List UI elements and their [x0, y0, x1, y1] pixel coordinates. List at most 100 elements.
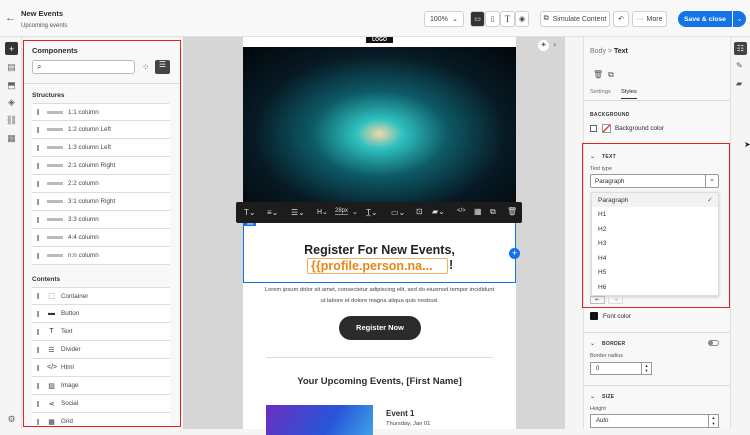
light-mode-icon[interactable]: ☀ [538, 40, 549, 51]
lorem-paragraph: Lorem ipsum dolor sit amet, consectetur … [264, 287, 495, 304]
structure-item[interactable]: 3:1 column Right [32, 193, 170, 211]
assets-icon[interactable]: ⬒ [5, 79, 18, 92]
content-item-html[interactable]: </> Html [32, 359, 170, 377]
structure-item[interactable]: 2:1 column Right [32, 157, 170, 175]
left-rail: + ▤ ⬒ ◈ ⛓ ▦ ⚙ [0, 37, 22, 429]
code-icon[interactable]: </> [457, 208, 466, 214]
delete-icon[interactable]: 🗑 [507, 207, 517, 216]
stepper-icon[interactable]: ▲ ▼ [708, 415, 718, 427]
drag-handle-icon[interactable] [37, 293, 39, 299]
mobile-view-button[interactable]: ▯ [485, 11, 500, 27]
structure-item[interactable]: 4:4 column [32, 229, 170, 247]
fragments-icon[interactable]: ▤ [5, 61, 18, 74]
settings-icon[interactable]: ⚙ [5, 413, 18, 426]
drag-handle-icon[interactable] [37, 364, 39, 371]
height-input[interactable]: Auto ▲ ▼ [590, 414, 719, 428]
tab-styles[interactable]: Styles [621, 89, 637, 99]
dark-mode-icon[interactable]: ◐ [553, 40, 558, 49]
border-radius-input[interactable]: 0 ▲ ▼ [590, 362, 652, 375]
drag-handle-icon[interactable] [37, 216, 39, 223]
apps-icon[interactable]: ▦ [5, 132, 18, 145]
search-input[interactable]: ⌕ [32, 60, 135, 74]
stepper-icon[interactable]: ▲ ▼ [641, 363, 651, 374]
links-icon[interactable]: ⛓ [5, 114, 18, 127]
toggle-knob [709, 341, 713, 345]
content-item-button[interactable]: ▬ Button [32, 305, 170, 323]
comments-icon[interactable]: ▰ [736, 79, 742, 88]
structure-item[interactable]: n:n column [32, 247, 170, 265]
text-style-icon[interactable]: T̲⌄ [366, 208, 378, 217]
breadcrumb-body[interactable]: Body [590, 48, 606, 55]
font-icon[interactable]: T⌄ [244, 208, 256, 217]
list-view-icon[interactable]: ☰ [155, 60, 170, 74]
more-button[interactable]: ··· More [632, 11, 667, 27]
top-bar: ← New Events Upcoming events 100% ⌄ ▭ ▯ T… [0, 0, 750, 37]
drag-handle-icon[interactable] [37, 109, 39, 115]
border-toggle[interactable] [708, 340, 719, 346]
delete-icon[interactable]: 🗑 [593, 70, 603, 79]
structure-item[interactable]: 1:3 column Left [32, 139, 170, 157]
drag-handle-icon[interactable] [37, 310, 39, 317]
chevron-down-icon[interactable]: ⌄ [590, 340, 595, 347]
save-close-button[interactable]: Save & close [678, 11, 732, 27]
structure-item[interactable]: 2:2 column [32, 175, 170, 193]
duplicate-icon[interactable]: ⧉ [608, 70, 614, 80]
duplicate-icon[interactable]: ⧉ [490, 207, 496, 217]
background-checkbox[interactable] [590, 125, 597, 132]
heading-icon[interactable]: H⌄ [317, 208, 328, 216]
add-components-icon[interactable]: + [5, 42, 18, 55]
text-view-button[interactable]: T [500, 11, 515, 27]
grid-view-icon[interactable]: ⁘ [142, 62, 150, 73]
zoom-select[interactable]: 100% ⌄ [424, 11, 464, 27]
undo-button[interactable]: ↶ [613, 11, 629, 27]
structure-item[interactable]: 1:2 column Left [32, 121, 170, 139]
save-options-chevron-icon[interactable]: ⌄ [733, 11, 746, 27]
chevron-down-icon[interactable]: ⌄ [352, 208, 358, 216]
drag-handle-icon[interactable] [37, 126, 39, 133]
properties-icon[interactable]: ☷ [734, 42, 747, 55]
content-item-image[interactable]: ▨ Image [32, 377, 170, 395]
drag-handle-icon[interactable] [37, 328, 39, 335]
brush-icon[interactable]: ✎ [736, 61, 743, 70]
drag-handle-icon[interactable] [37, 198, 39, 205]
insert-icon[interactable]: ⊡ [416, 207, 423, 216]
chevron-down-icon[interactable]: ⌄ [590, 393, 595, 400]
register-now-button[interactable]: Register Now [339, 316, 421, 340]
content-item-container[interactable]: ⬚ Container [32, 287, 170, 305]
align-icon[interactable]: ≡⌄ [267, 208, 278, 217]
event-title: Event 1 [386, 409, 415, 418]
background-color-swatch[interactable] [602, 124, 611, 133]
image-icon[interactable]: ▭⌄ [391, 208, 405, 217]
grid-icon[interactable]: ▦ [474, 207, 482, 216]
email-heading[interactable]: Register For New Events, [243, 243, 516, 257]
upcoming-events-title: Your Upcoming Events, [First Name] [297, 376, 462, 387]
add-block-icon[interactable]: + [509, 248, 520, 259]
layers-icon[interactable]: ◈ [5, 96, 18, 109]
preview-button[interactable]: ◉ [515, 11, 529, 27]
personalization-token[interactable]: {{profile.person.na... [307, 258, 448, 274]
content-item-divider[interactable]: ☰ Divider [32, 341, 170, 359]
content-item-text[interactable]: T Text [32, 323, 170, 341]
drag-handle-icon[interactable] [37, 418, 39, 425]
drag-handle-icon[interactable] [37, 162, 39, 169]
drag-handle-icon[interactable] [37, 400, 39, 407]
structure-item[interactable]: 3:3 column [32, 211, 170, 229]
font-color-swatch[interactable] [590, 312, 598, 320]
drag-handle-icon[interactable] [37, 144, 39, 151]
list-icon[interactable]: ☰⌄ [291, 208, 305, 217]
drag-handle-icon[interactable] [37, 234, 39, 241]
border-radius-label: Border radius [590, 353, 624, 359]
content-item-social[interactable]: ⋖ Social [32, 395, 170, 413]
font-size-select[interactable]: 28px [335, 208, 349, 215]
comment-icon[interactable]: ▰⌄ [432, 207, 445, 216]
drag-handle-icon[interactable] [37, 346, 39, 353]
back-arrow-icon[interactable]: ← [5, 12, 16, 24]
tab-settings[interactable]: Settings [590, 89, 611, 95]
structure-item[interactable]: 1:1 column [32, 103, 170, 121]
content-item-grid[interactable]: ▦ Grid [32, 413, 170, 426]
desktop-view-button[interactable]: ▭ [470, 11, 485, 27]
drag-handle-icon[interactable] [37, 382, 39, 389]
drag-handle-icon[interactable] [37, 180, 39, 187]
simulate-content-button[interactable]: ⧉ Simulate Content [540, 11, 610, 27]
drag-handle-icon[interactable] [37, 252, 39, 259]
